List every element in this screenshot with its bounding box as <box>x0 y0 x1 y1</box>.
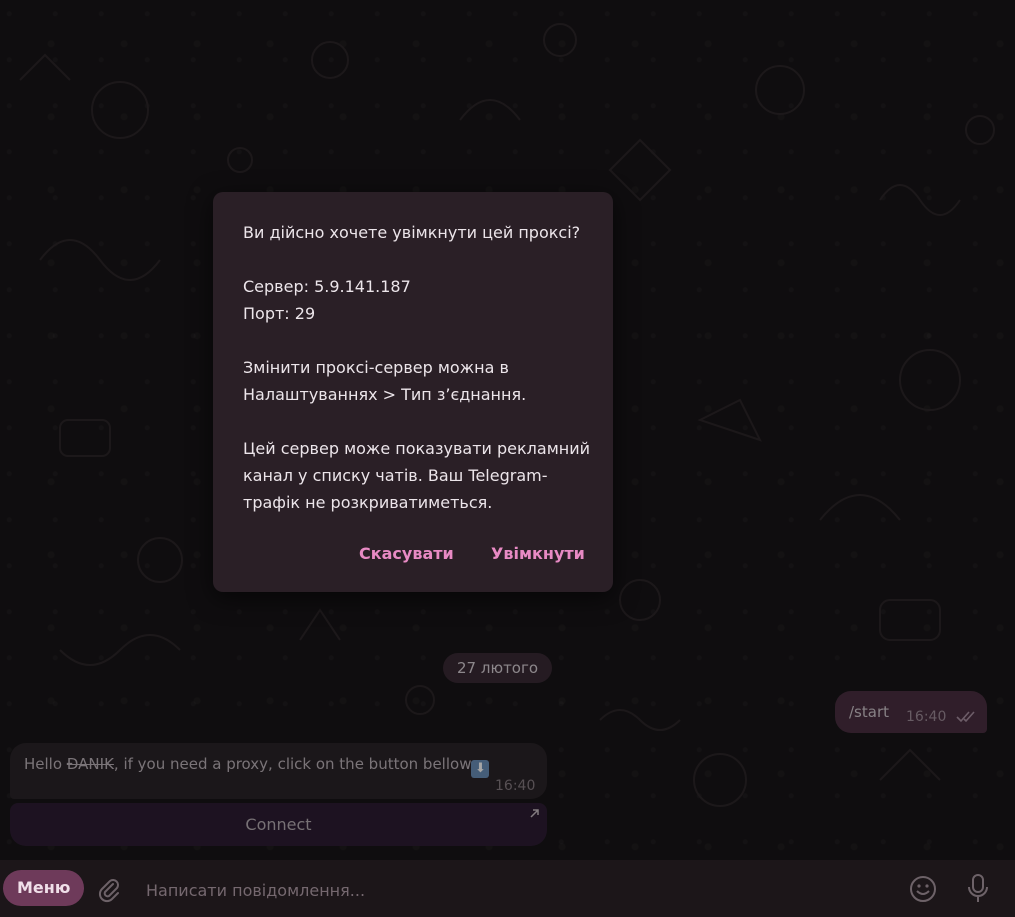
smile-icon[interactable] <box>908 874 938 904</box>
cancel-button[interactable]: Скасувати <box>359 544 454 563</box>
dialog-actions: Скасувати Увімкнути <box>213 544 613 574</box>
change-hint-line-2: Налаштуваннях > Тип з’єднання. <box>243 385 527 404</box>
dialog-question: Ви дійсно хочете увімкнути цей проксі? <box>243 223 581 242</box>
message-input[interactable] <box>144 876 868 904</box>
paperclip-icon[interactable] <box>94 875 122 903</box>
dialog-body: Ви дійсно хочете увімкнути цей проксі? С… <box>243 219 593 516</box>
microphone-icon[interactable] <box>966 872 990 906</box>
message-composer: Меню <box>0 860 1015 917</box>
notice-line-2: канал у списку чатів. Ваш Telegram- <box>243 466 548 485</box>
change-hint-line-1: Змінити проксі-сервер можна в <box>243 358 509 377</box>
proxy-confirm-dialog: Ви дійсно хочете увімкнути цей проксі? С… <box>213 192 613 592</box>
proxy-port: Порт: 29 <box>243 304 316 323</box>
proxy-server: Сервер: 5.9.141.187 <box>243 277 411 296</box>
menu-button[interactable]: Меню <box>3 870 85 906</box>
notice-line-1: Цей сервер може показувати рекламний <box>243 439 591 458</box>
notice-line-3: трафік не розкриватиметься. <box>243 493 493 512</box>
enable-button[interactable]: Увімкнути <box>491 544 585 563</box>
